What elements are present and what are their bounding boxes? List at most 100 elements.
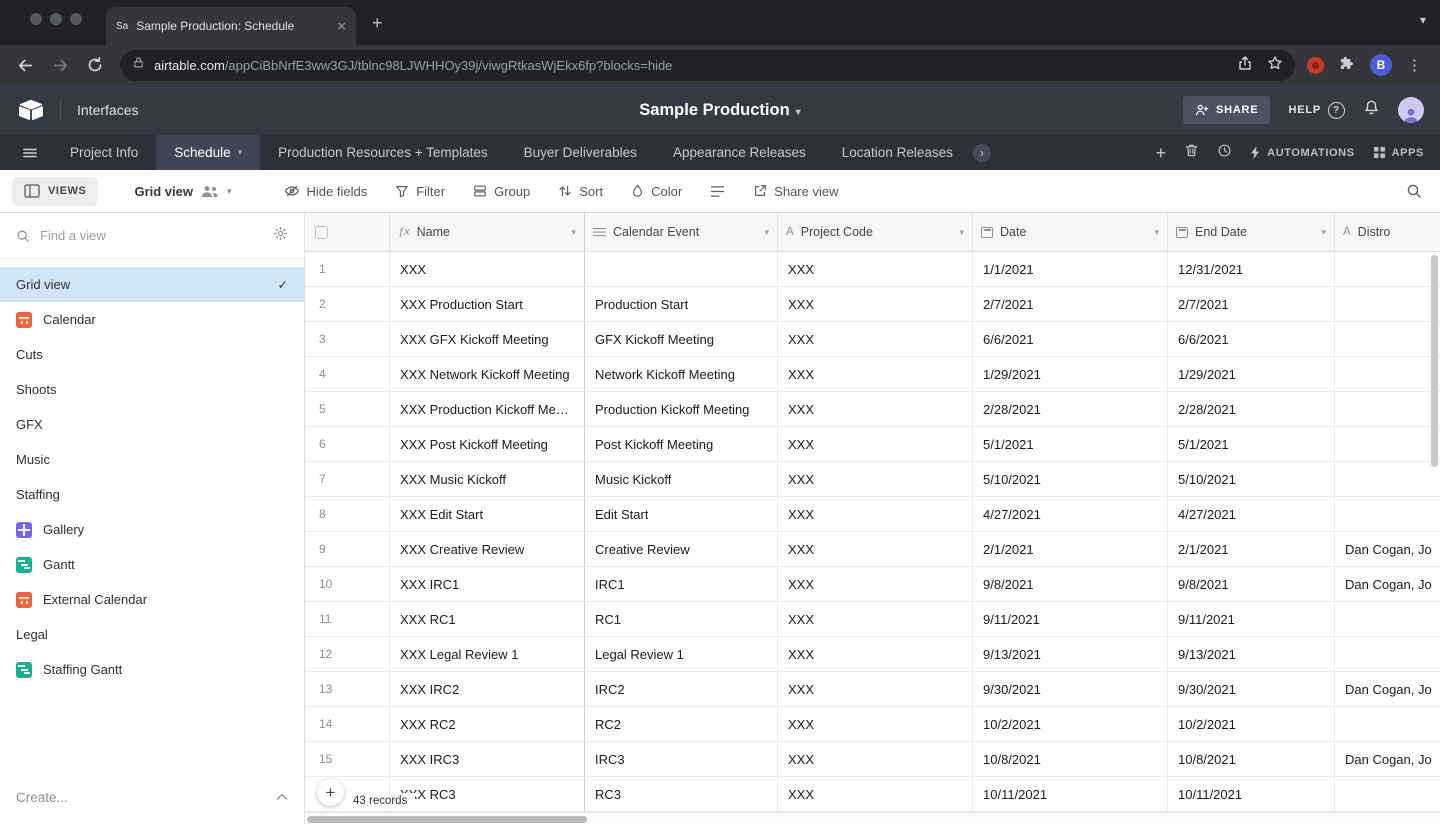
- view-settings-gear-icon[interactable]: [273, 226, 288, 246]
- cell-project-code[interactable]: XXX: [778, 567, 973, 601]
- row-number-cell[interactable]: 8: [305, 497, 390, 531]
- cell-end-date[interactable]: 9/13/2021: [1168, 637, 1335, 671]
- horizontal-scrollbar-thumb[interactable]: [307, 816, 587, 823]
- sidebar-view-item[interactable]: Music ✓: [0, 442, 304, 477]
- column-menu-caret-icon[interactable]: ▾: [571, 227, 576, 238]
- cell-distro[interactable]: Dan Cogan, Jo: [1335, 567, 1440, 601]
- cell-calendar-event[interactable]: [585, 252, 778, 286]
- cell-name[interactable]: XXX IRC2: [390, 672, 585, 706]
- color-button[interactable]: Color: [631, 184, 682, 199]
- table-tab[interactable]: Buyer Deliverables ▾: [506, 135, 655, 170]
- row-height-button[interactable]: [710, 185, 725, 198]
- row-number-cell[interactable]: 3: [305, 322, 390, 356]
- cell-project-code[interactable]: XXX: [778, 637, 973, 671]
- find-view-input[interactable]: [40, 228, 263, 243]
- cell-distro[interactable]: Dan Cogan, Jo: [1335, 672, 1440, 706]
- cell-name[interactable]: XXX Production Kickoff Meeting: [390, 392, 585, 426]
- cell-end-date[interactable]: 10/11/2021: [1168, 777, 1335, 811]
- column-header[interactable]: Project Code ▾: [778, 213, 973, 251]
- cell-project-code[interactable]: XXX: [778, 322, 973, 356]
- history-clock-icon[interactable]: [1217, 143, 1232, 163]
- cell-name[interactable]: XXX IRC1: [390, 567, 585, 601]
- create-view-button[interactable]: Create...: [0, 782, 304, 812]
- cell-distro[interactable]: [1335, 357, 1440, 391]
- cell-project-code[interactable]: XXX: [778, 742, 973, 776]
- sidebar-view-item[interactable]: Calendar ✓: [0, 302, 304, 337]
- airtable-logo[interactable]: [18, 99, 44, 121]
- table-tab[interactable]: Project Info ▾: [52, 135, 156, 170]
- select-all-cell[interactable]: [305, 213, 390, 251]
- cell-calendar-event[interactable]: Network Kickoff Meeting: [585, 357, 778, 391]
- cell-name[interactable]: XXX Production Start: [390, 287, 585, 321]
- sort-button[interactable]: Sort: [558, 184, 603, 199]
- table-row[interactable]: 8 XXX Edit Start Edit Start XXX 4/27/202…: [305, 497, 1440, 532]
- cell-date[interactable]: 9/30/2021: [973, 672, 1168, 706]
- automations-button[interactable]: AUTOMATIONS: [1250, 146, 1354, 159]
- table-tab[interactable]: Appearance Releases ▾: [655, 135, 824, 170]
- cell-date[interactable]: 9/8/2021: [973, 567, 1168, 601]
- cell-project-code[interactable]: XXX: [778, 427, 973, 461]
- window-controls[interactable]: [30, 13, 82, 25]
- cell-date[interactable]: 10/11/2021: [973, 777, 1168, 811]
- cell-name[interactable]: XXX RC2: [390, 707, 585, 741]
- cell-date[interactable]: 2/7/2021: [973, 287, 1168, 321]
- row-number-cell[interactable]: 14: [305, 707, 390, 741]
- table-row[interactable]: 16 XXX RC3 RC3 XXX 10/11/2021 10/11/2021: [305, 777, 1440, 812]
- row-number-cell[interactable]: 12: [305, 637, 390, 671]
- cell-end-date[interactable]: 2/28/2021: [1168, 392, 1335, 426]
- notifications-bell-icon[interactable]: [1363, 99, 1380, 121]
- row-number-cell[interactable]: 1: [305, 252, 390, 286]
- cell-calendar-event[interactable]: IRC1: [585, 567, 778, 601]
- cell-distro[interactable]: [1335, 462, 1440, 496]
- cell-distro[interactable]: [1335, 392, 1440, 426]
- cell-name[interactable]: XXX IRC3: [390, 742, 585, 776]
- lock-icon[interactable]: [132, 56, 145, 74]
- address-bar[interactable]: airtable.com/appCiBbNrfE3ww3GJ/tblnc98LJ…: [120, 50, 1295, 81]
- current-view-button[interactable]: Grid view ▾: [134, 184, 231, 199]
- cell-calendar-event[interactable]: Legal Review 1: [585, 637, 778, 671]
- bookmark-star-icon[interactable]: [1267, 55, 1283, 76]
- browser-profile-avatar[interactable]: B: [1370, 54, 1392, 76]
- cell-name[interactable]: XXX RC3: [390, 777, 585, 811]
- tab-close-icon[interactable]: ×: [337, 19, 346, 34]
- cell-end-date[interactable]: 2/1/2021: [1168, 532, 1335, 566]
- cell-project-code[interactable]: XXX: [778, 392, 973, 426]
- find-view-search[interactable]: [0, 213, 304, 259]
- cell-calendar-event[interactable]: Production Kickoff Meeting: [585, 392, 778, 426]
- cell-calendar-event[interactable]: Post Kickoff Meeting: [585, 427, 778, 461]
- table-row[interactable]: 10 XXX IRC1 IRC1 XXX 9/8/2021 9/8/2021 D…: [305, 567, 1440, 602]
- group-button[interactable]: Group: [473, 184, 530, 199]
- cell-distro[interactable]: [1335, 707, 1440, 741]
- trash-icon[interactable]: [1184, 143, 1199, 163]
- sidebar-view-item[interactable]: Legal ✓: [0, 617, 304, 652]
- row-number-cell[interactable]: 5: [305, 392, 390, 426]
- extensions-puzzle-icon[interactable]: [1339, 55, 1355, 76]
- column-header[interactable]: Date ▾: [973, 213, 1168, 251]
- cell-distro[interactable]: [1335, 497, 1440, 531]
- sidebar-view-item[interactable]: GFX ✓: [0, 407, 304, 442]
- table-row[interactable]: 2 XXX Production Start Production Start …: [305, 287, 1440, 322]
- cell-distro[interactable]: [1335, 777, 1440, 811]
- interfaces-link[interactable]: Interfaces: [77, 102, 138, 118]
- cell-end-date[interactable]: 4/27/2021: [1168, 497, 1335, 531]
- chevron-up-icon[interactable]: [276, 793, 288, 801]
- horizontal-scrollbar[interactable]: [305, 812, 1440, 824]
- browser-tab[interactable]: Sa Sample Production: Schedule ×: [106, 7, 356, 45]
- cell-date[interactable]: 2/1/2021: [973, 532, 1168, 566]
- table-row[interactable]: 11 XXX RC1 RC1 XXX 9/11/2021 9/11/2021: [305, 602, 1440, 637]
- add-record-button[interactable]: +: [317, 779, 344, 806]
- reload-button[interactable]: [86, 56, 104, 74]
- cell-end-date[interactable]: 2/7/2021: [1168, 287, 1335, 321]
- sidebar-view-item[interactable]: Shoots ✓: [0, 372, 304, 407]
- minimize-window-button[interactable]: [50, 13, 62, 25]
- row-number-cell[interactable]: 7: [305, 462, 390, 496]
- sidebar-view-item[interactable]: Staffing Gantt ✓: [0, 652, 304, 687]
- sidebar-view-item[interactable]: Gantt ✓: [0, 547, 304, 582]
- help-button[interactable]: HELP ?: [1288, 102, 1345, 119]
- cell-calendar-event[interactable]: RC1: [585, 602, 778, 636]
- share-view-button[interactable]: Share view: [753, 184, 838, 199]
- cell-end-date[interactable]: 9/8/2021: [1168, 567, 1335, 601]
- column-header[interactable]: Name ▾: [390, 213, 585, 251]
- row-number-cell[interactable]: 10: [305, 567, 390, 601]
- cell-project-code[interactable]: XXX: [778, 497, 973, 531]
